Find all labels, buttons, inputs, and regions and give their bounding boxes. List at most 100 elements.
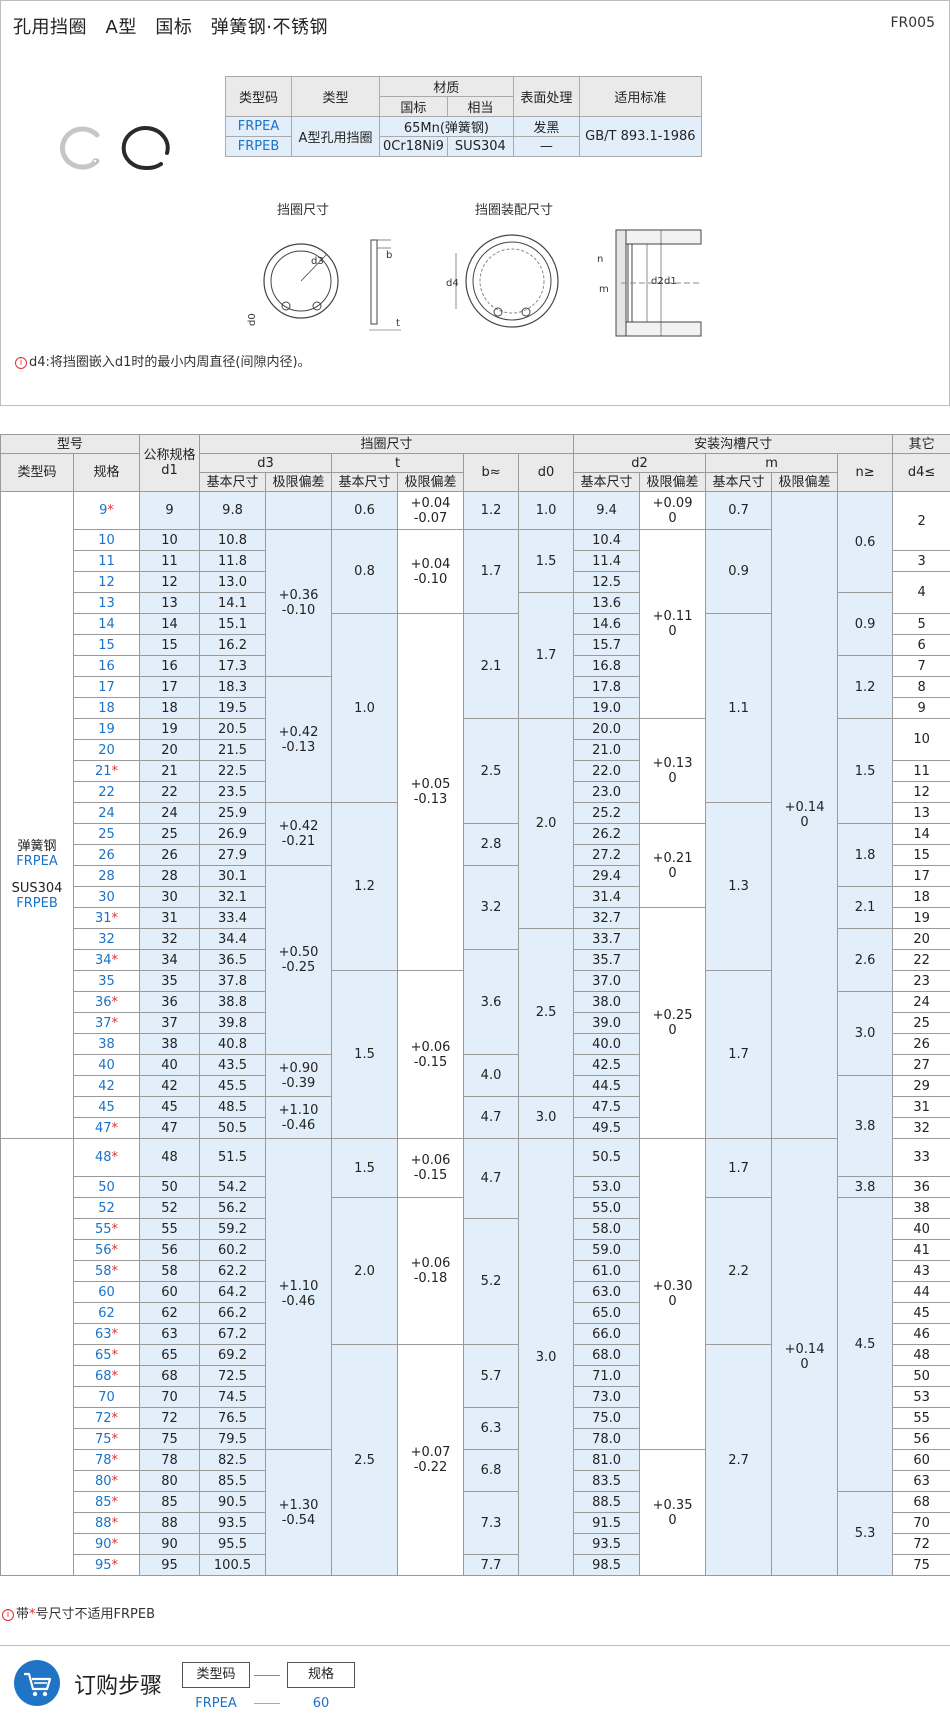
d2-basic: 32.7: [573, 907, 641, 929]
spec-value: 16: [98, 658, 115, 674]
spec-value: 42: [98, 1078, 115, 1094]
spec-cell: 38: [72, 1033, 141, 1055]
nominal-d1: 36: [139, 991, 201, 1013]
d2tol-cell: +0.09 0: [639, 491, 707, 530]
spec-value: 60: [98, 1284, 115, 1300]
th-standard: 适用标准: [578, 76, 702, 117]
spec-value: 21: [94, 763, 112, 779]
spec-value: 10: [98, 532, 115, 548]
spec-value: 19: [98, 721, 115, 737]
th-model: 型号: [0, 434, 141, 454]
d4-cell: 13: [892, 802, 950, 824]
d2-basic: 88.5: [573, 1491, 641, 1513]
b-cell: 3.2: [463, 865, 520, 950]
spec-value: 31: [94, 910, 112, 926]
d4-cell: 2: [892, 491, 950, 551]
d0-cell: 1.7: [518, 592, 575, 719]
spec-star: *: [107, 503, 114, 518]
label-n: n: [597, 254, 603, 265]
d4-cell: 75: [892, 1554, 950, 1576]
d2-basic: 53.0: [573, 1176, 641, 1198]
spec-value: 88: [94, 1515, 112, 1531]
spec-star: *: [111, 1326, 119, 1342]
ttol-cell: +0.04 -0.10: [397, 529, 465, 614]
th-d0: d0: [518, 453, 575, 492]
n-cell: 3.0: [837, 991, 894, 1076]
m-cell: 0.7: [705, 491, 773, 530]
t-cell: 0.8: [331, 529, 399, 614]
spec-value: 47: [94, 1120, 112, 1136]
spec-cell: 85*: [72, 1491, 141, 1513]
d2-basic: 19.0: [573, 697, 641, 719]
th-d3-tol: 极限偏差: [265, 472, 333, 492]
order-value-connector: [254, 1703, 280, 1704]
n-cell: 4.5: [837, 1197, 894, 1492]
spec-value: 26: [98, 847, 115, 863]
spec-value: 70: [98, 1389, 115, 1405]
spec-value: 95: [94, 1557, 112, 1573]
nominal-d1: 45: [139, 1096, 201, 1118]
spec-cell: 48*: [72, 1138, 141, 1177]
d3-basic: 14.1: [199, 592, 267, 614]
spec-value: 11: [98, 553, 115, 569]
label-d4: d4: [446, 278, 459, 289]
d3-basic: 60.2: [199, 1239, 267, 1261]
th-material: 材质: [379, 76, 514, 97]
d2tol-cell: +0.25 0: [639, 907, 707, 1139]
d3-basic: 43.5: [199, 1054, 267, 1076]
order-value-type-code[interactable]: FRPEA: [182, 1696, 250, 1711]
d3-basic: 54.2: [199, 1176, 267, 1198]
d4-cell: 19: [892, 907, 950, 929]
d2-basic: 98.5: [573, 1554, 641, 1576]
spec-cell: 12: [72, 571, 141, 593]
d3-basic: 30.1: [199, 865, 267, 887]
spec-cell: 42: [72, 1075, 141, 1097]
spec-value: 68: [94, 1368, 112, 1384]
b-cell: 6.8: [463, 1449, 520, 1492]
th-d2: d2: [573, 453, 707, 473]
nominal-d1: 56: [139, 1239, 201, 1261]
d4-cell: 40: [892, 1218, 950, 1240]
spec-star: *: [111, 1242, 119, 1258]
m-cell: 0.9: [705, 529, 773, 614]
spec-star: *: [111, 1452, 119, 1468]
d3-basic: 59.2: [199, 1218, 267, 1240]
nominal-d1: 9: [139, 491, 201, 530]
table-row: 48* 48 51.5 +1.10 -0.46 1.5 +0.06 -0.15 4.7 3.0…: [0, 1138, 950, 1576]
spec-star: *: [111, 1494, 119, 1510]
nominal-d1: 47: [139, 1117, 201, 1139]
type-name: A型孔用挡圈: [291, 116, 380, 157]
nominal-d1: 17: [139, 676, 201, 698]
nominal-d1: 90: [139, 1533, 201, 1555]
ttol-cell: +0.06 -0.15: [397, 970, 465, 1139]
b-cell: 1.7: [463, 529, 520, 614]
nominal-d1: 88: [139, 1512, 201, 1534]
n-cell: 2.1: [837, 886, 894, 929]
d4-cell: 63: [892, 1470, 950, 1492]
spec-star: *: [111, 1431, 119, 1447]
nominal-d1: 20: [139, 739, 201, 761]
d3tol-cell: +1.10 -0.46: [265, 1138, 333, 1450]
d4-cell: 32: [892, 1117, 950, 1139]
spec-star: *: [111, 763, 119, 779]
d2-basic: 78.0: [573, 1428, 641, 1450]
spec-star: *: [111, 1221, 119, 1237]
b-cell: 4.0: [463, 1054, 520, 1097]
surface-frpea: 发黑: [512, 116, 580, 137]
nominal-d1: 52: [139, 1197, 201, 1219]
th-groove-dims: 安装沟槽尺寸: [573, 434, 894, 454]
spec-cell: 24: [72, 802, 141, 824]
spec-value: 35: [98, 973, 115, 989]
d3-basic: 62.2: [199, 1260, 267, 1282]
spec-value: 22: [98, 784, 115, 800]
spec-star: *: [111, 1263, 119, 1279]
d4-cell: 38: [892, 1197, 950, 1219]
spec-value: 17: [98, 679, 115, 695]
b-cell: 4.7: [463, 1138, 520, 1219]
order-value-spec[interactable]: 60: [287, 1696, 355, 1711]
ttol-cell: +0.07 -0.22: [397, 1344, 465, 1576]
d4-cell: 48: [892, 1344, 950, 1366]
d3-basic: 26.9: [199, 823, 267, 845]
nominal-d1: 40: [139, 1054, 201, 1076]
order-field-spec: 规格: [287, 1662, 355, 1688]
